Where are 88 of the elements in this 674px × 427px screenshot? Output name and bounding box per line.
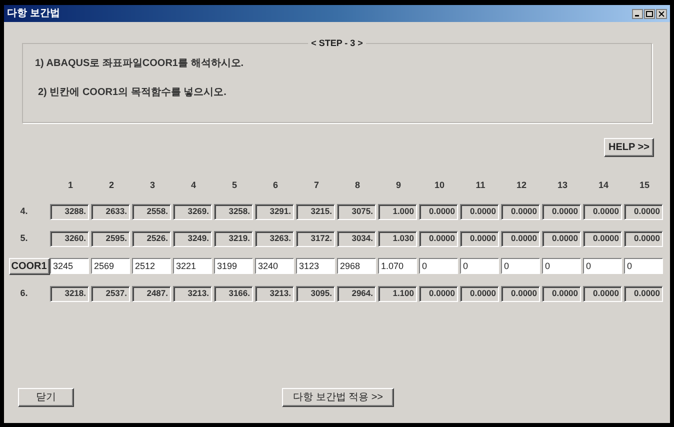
column-header: 1 [66,179,74,192]
column-header: 5 [230,179,238,192]
value-cell: 2964. [337,286,376,302]
value-cell: 0.0000 [542,286,581,302]
value-cell: 0.0000 [624,204,663,220]
value-cell: 3172. [296,230,335,246]
value-field[interactable]: 1.070 [378,258,417,274]
value-cell: 0.0000 [583,286,622,302]
value-cell: 3258. [214,204,253,220]
column-header: 15 [638,179,650,192]
value-cell: 0.0000 [583,204,622,220]
instruction-text: 2) 빈칸에 COOR1의 목적함수를 넣으시오. [38,86,228,100]
value-cell: 0.0000 [419,204,458,220]
close-icon[interactable] [656,8,667,18]
value-cell: 0.0000 [501,204,540,220]
row-label: 4. [20,204,28,218]
value-cell: 0.0000 [542,230,581,246]
column-header: 7 [312,179,320,192]
value-field[interactable]: 0 [542,258,581,274]
help-button[interactable]: HELP >> [604,138,654,157]
value-cell: 3260. [50,230,89,246]
value-cell: 3095. [296,286,335,302]
close-button[interactable]: 닫기 [18,388,74,407]
value-cell: 3213. [255,286,294,302]
value-field[interactable]: 2968 [337,258,376,274]
column-header: 10 [433,179,446,192]
maximize-icon[interactable] [644,8,655,18]
value-cell: 3263. [255,230,294,246]
value-cell: 3288. [50,204,89,220]
value-field[interactable]: 3123 [296,258,335,274]
value-cell: 0.0000 [501,286,540,302]
value-cell: 0.0000 [542,204,581,220]
value-cell: 3218. [50,286,89,302]
value-cell: 2526. [132,230,171,246]
value-field[interactable]: 3245 [50,258,89,274]
value-cell: 0.0000 [460,230,499,246]
value-cell: 3269. [173,204,212,220]
row-label-button[interactable]: COOR1 [8,258,50,274]
value-cell: 2633. [91,204,130,220]
value-field[interactable]: 0 [501,258,540,274]
column-header: 3 [148,179,156,192]
value-cell: 2537. [91,286,130,302]
column-header: 14 [597,179,610,192]
value-field[interactable]: 0 [624,258,663,274]
value-cell: 3213. [173,286,212,302]
window-title: 다항 보간법 [7,7,60,21]
instruction-text: 1) ABAQUS로 좌표파일COOR1를 해석하시오. [35,57,245,71]
row-label: 6. [20,286,28,300]
value-cell: 2487. [132,286,171,302]
value-field[interactable]: 2512 [132,258,171,274]
value-field[interactable]: 0 [583,258,622,274]
value-field[interactable]: 2569 [91,258,130,274]
value-cell: 0.0000 [624,286,663,302]
value-cell: 1.100 [378,286,417,302]
value-cell: 2558. [132,204,171,220]
apply-button[interactable]: 다항 보간법 적용 >> [282,388,394,407]
column-header: 4 [190,179,197,192]
value-field[interactable]: 0 [460,258,499,274]
value-cell: 0.0000 [419,286,458,302]
value-cell: 1.000 [378,204,417,220]
value-cell: 1.030 [378,230,417,246]
column-header: 9 [394,179,402,192]
value-cell: 3291. [255,204,294,220]
value-cell: 3034. [337,230,376,246]
value-cell: 0.0000 [624,230,663,246]
value-cell: 3215. [296,204,335,220]
value-cell: 2595. [91,230,130,246]
minimize-icon[interactable] [632,8,643,18]
value-cell: 0.0000 [419,230,458,246]
column-header: 12 [515,179,528,192]
value-field[interactable]: 3221 [173,258,212,274]
row-label: 5. [20,232,28,245]
value-field[interactable]: 3240 [255,258,294,274]
value-cell: 3249. [173,230,212,246]
column-header: 6 [272,179,279,192]
value-cell: 3075. [337,204,376,220]
column-header: 8 [354,179,361,192]
column-header: 2 [108,179,115,192]
column-header: 13 [556,179,568,192]
value-field[interactable]: 3199 [214,258,253,274]
value-cell: 0.0000 [501,230,540,246]
column-header: 11 [474,179,486,192]
value-cell: 0.0000 [460,286,499,302]
value-cell: 0.0000 [460,204,499,220]
value-cell: 0.0000 [583,230,622,246]
value-cell: 3166. [214,286,253,302]
value-field[interactable]: 0 [419,258,458,274]
value-cell: 3219. [214,230,253,246]
